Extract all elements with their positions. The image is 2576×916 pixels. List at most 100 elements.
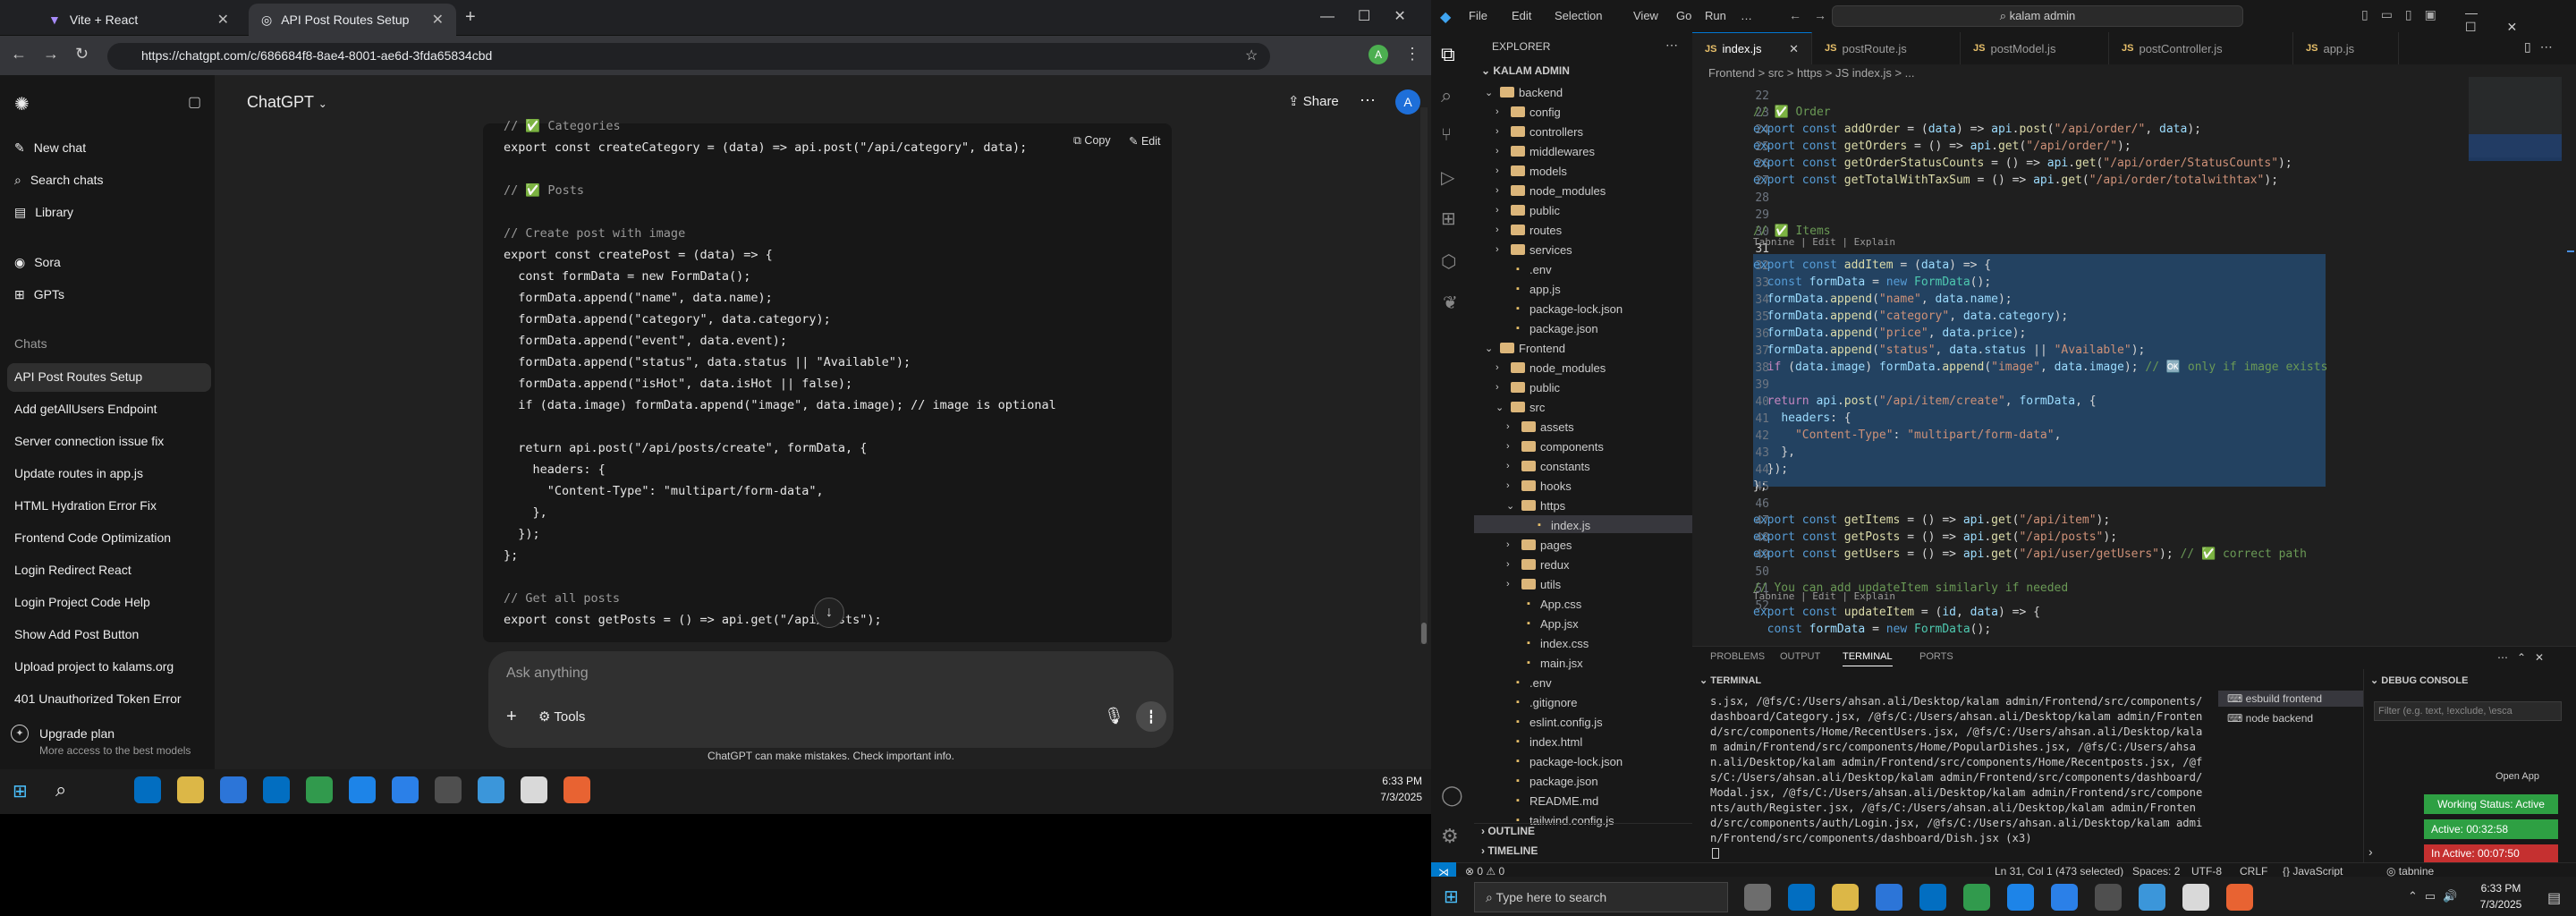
share-button[interactable]: ⇪ Share	[1288, 93, 1339, 109]
sora-button[interactable]: ◉ Sora	[14, 249, 208, 276]
close-icon[interactable]: ✕	[432, 11, 444, 29]
chat-history-item[interactable]: Show Add Post Button	[14, 621, 211, 648]
model-selector[interactable]: ChatGPT ⌄	[247, 93, 327, 112]
breadcrumb[interactable]: Frontend > src > https > JS index.js > .…	[1708, 66, 1915, 80]
tree-item-node-modules[interactable]: › node_modules	[1496, 358, 1606, 377]
code-line[interactable]: return api.post("/api/item/create", form…	[1753, 394, 2097, 408]
avatar[interactable]: A	[1395, 89, 1420, 114]
vscode-icon[interactable]	[478, 776, 504, 803]
tree-item--gitignore[interactable]: ▪ .gitignore	[1496, 692, 1577, 712]
code-line[interactable]: export const updateItem = (id, data) => …	[1753, 606, 2040, 619]
chrome-tab-chatgpt[interactable]: ◎ API Post Routes Setup ✕	[249, 4, 456, 36]
bookmark-star-icon[interactable]: ☆	[1245, 47, 1258, 64]
tree-item-constants[interactable]: › constants	[1506, 456, 1590, 476]
panel-actions[interactable]: ⋯⌃✕	[2497, 651, 2553, 664]
tree-item-pages[interactable]: › pages	[1506, 535, 1572, 555]
tree-item-frontend[interactable]: ⌄ Frontend	[1485, 338, 1565, 358]
tree-item-utils[interactable]: › utils	[1506, 574, 1561, 594]
explorer-icon[interactable]: ⧉	[1441, 43, 1455, 66]
chat-history-item[interactable]: Update routes in app.js	[14, 460, 211, 487]
editor-tab-app-js[interactable]: JS app.js	[2293, 32, 2399, 64]
tree-item-index-html[interactable]: ▪ index.html	[1496, 732, 1582, 751]
extensions-icon[interactable]: ⊞	[1441, 208, 1456, 230]
tree-item-node-modules[interactable]: › node_modules	[1496, 181, 1606, 200]
editor-tab-postController-js[interactable]: JS postController.js	[2109, 32, 2293, 64]
tree-item--env[interactable]: ▪ .env	[1496, 673, 1552, 692]
edge-icon[interactable]	[1788, 884, 1815, 911]
windows-start-icon[interactable]: ⊞	[13, 780, 28, 802]
tree-item-https[interactable]: ⌄ https	[1506, 496, 1565, 515]
terminal-icon[interactable]	[435, 776, 462, 803]
menu-item-go[interactable]: Go	[1676, 9, 1691, 22]
settings-gear-icon[interactable]: ⚙	[1441, 825, 1459, 848]
add-attachment-icon[interactable]: +	[506, 707, 517, 727]
store-icon[interactable]	[1876, 884, 1902, 911]
tree-item-app-js[interactable]: ▪ app.js	[1496, 279, 1561, 299]
status-item[interactable]: UTF-8	[2191, 865, 2222, 878]
zoom-icon[interactable]	[2051, 884, 2078, 911]
code-line[interactable]: };	[1753, 479, 1767, 493]
mic-icon[interactable]: 🎙	[1104, 707, 1124, 725]
app-icon[interactable]	[2182, 884, 2209, 911]
outline-section[interactable]: › OUTLINE	[1481, 825, 1535, 837]
system-tray-icons[interactable]: ⌃▭🔊	[2408, 889, 2464, 903]
notifications-icon[interactable]: ▤	[2547, 889, 2561, 907]
upgrade-title[interactable]: Upgrade plan	[39, 726, 114, 741]
search-icon[interactable]: ⌕	[55, 778, 66, 802]
problems-status[interactable]: ⊗ 0 ⚠ 0	[1465, 865, 1504, 878]
layout-icons[interactable]: ▯▭▯▣	[2361, 7, 2449, 22]
terminal-item-esbuild[interactable]: ⌨ esbuild frontend	[2227, 692, 2322, 705]
chrome-icon[interactable]	[306, 776, 333, 803]
postman-icon[interactable]	[564, 776, 590, 803]
split-editor-icons[interactable]: ▯⋯	[2524, 39, 2562, 55]
app-icon[interactable]	[349, 776, 376, 803]
tree-item-redux[interactable]: › redux	[1506, 555, 1570, 574]
chat-history-item[interactable]: API Post Routes Setup	[14, 363, 211, 390]
window-controls[interactable]: —☐✕	[2465, 5, 2576, 35]
code-line[interactable]: export const getItems = () => api.get("/…	[1753, 513, 2110, 527]
taskbar-search[interactable]: ⌕ Type here to search	[1474, 882, 1728, 912]
tree-item-package-json[interactable]: ▪ package.json	[1496, 771, 1598, 791]
panel-tab-problems[interactable]: PROBLEMS	[1710, 651, 1765, 666]
tree-item-app-css[interactable]: ▪ App.css	[1506, 594, 1581, 614]
edge-icon[interactable]	[134, 776, 161, 803]
terminal-icon[interactable]	[2095, 884, 2122, 911]
code-line[interactable]: // ✅ Order	[1753, 106, 1831, 119]
code-line[interactable]: const formData = new FormData();	[1753, 623, 1992, 636]
workspace-title[interactable]: ⌄ KALAM ADMIN	[1481, 64, 1570, 77]
menu-item-view[interactable]: View	[1633, 9, 1658, 22]
code-line[interactable]: headers: {	[1753, 411, 1851, 425]
back-icon[interactable]: ←	[11, 45, 27, 64]
gpts-button[interactable]: ⊞ GPTs	[14, 281, 208, 308]
search-icon[interactable]: ⌕	[1441, 84, 1452, 107]
minimap-viewport[interactable]	[2469, 134, 2562, 161]
tree-item-app-jsx[interactable]: ▪ App.jsx	[1506, 614, 1579, 633]
clock[interactable]: 6:33 PM 7/3/2025	[2465, 882, 2537, 911]
code-line[interactable]: // ✅ Items	[1753, 225, 1831, 238]
sidebar-toggle-icon[interactable]: ▢	[188, 93, 201, 111]
code-line[interactable]: });	[1753, 462, 1789, 476]
editor-tab-postModel-js[interactable]: JS postModel.js	[1961, 32, 2109, 64]
tree-item-main-jsx[interactable]: ▪ main.jsx	[1506, 653, 1583, 673]
status-item[interactable]: CRLF	[2240, 865, 2267, 878]
status-item[interactable]: {} JavaScript	[2283, 865, 2343, 878]
timeline-section[interactable]: › TIMELINE	[1481, 844, 1538, 857]
windows-start-icon[interactable]: ⊞	[1444, 886, 1459, 908]
tree-item-package-json[interactable]: ▪ package.json	[1496, 318, 1598, 338]
ask-input[interactable]: Ask anything	[506, 666, 1150, 682]
tree-item-eslint-config-js[interactable]: ▪ eslint.config.js	[1496, 712, 1603, 732]
status-item[interactable]: Spaces: 2	[2132, 865, 2180, 878]
terminal-item-node[interactable]: ⌨ node backend	[2227, 712, 2313, 725]
code-line[interactable]: export const getUsers = () => api.get("/…	[1753, 547, 2307, 561]
open-app-button[interactable]: Open App	[2496, 771, 2539, 782]
source-control-icon[interactable]: ⑂	[1441, 125, 1452, 146]
scroll-down-button[interactable]: ↓	[814, 598, 844, 628]
tree-item-hooks[interactable]: › hooks	[1506, 476, 1572, 496]
mail-icon[interactable]	[1919, 884, 1946, 911]
code-line[interactable]: if (data.image) formData.append("image",…	[1753, 360, 2328, 374]
vscode-icon[interactable]	[2139, 884, 2165, 911]
menu-item-edit[interactable]: Edit	[1512, 9, 1531, 22]
page-scrollbar-thumb[interactable]	[1421, 623, 1427, 644]
explorer-more-icon[interactable]: ⋯	[1665, 38, 1678, 53]
tree-item-controllers[interactable]: › controllers	[1496, 122, 1583, 141]
